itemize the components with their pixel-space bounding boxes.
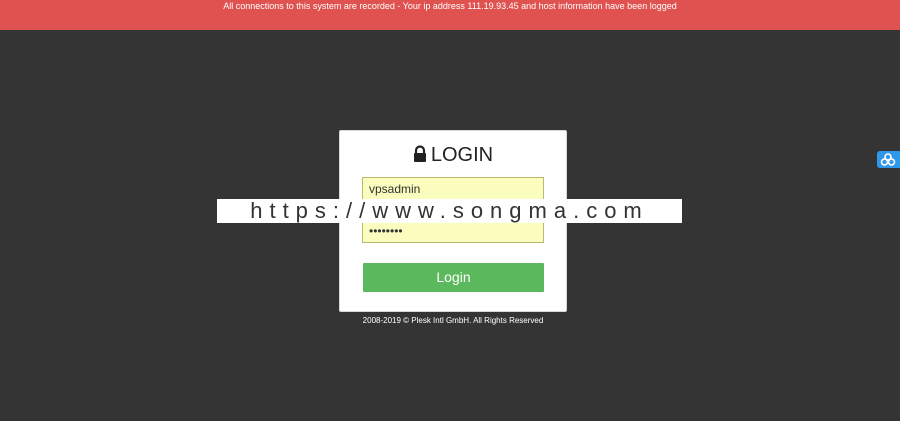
security-warning-banner: All connections to this system are recor… (0, 0, 900, 30)
security-warning-text: All connections to this system are recor… (223, 1, 677, 11)
watermark-text: https://www.songma.com (217, 199, 682, 223)
login-title: LOGIN (430, 144, 494, 166)
login-heading: LOGIN (340, 143, 566, 167)
login-button[interactable]: Login (363, 263, 544, 292)
share-icon (880, 153, 896, 166)
copyright-text: 2008-2019 © Plesk Intl GmbH. All Rights … (362, 316, 544, 325)
side-share-widget[interactable] (877, 151, 900, 168)
lock-icon (413, 145, 427, 163)
